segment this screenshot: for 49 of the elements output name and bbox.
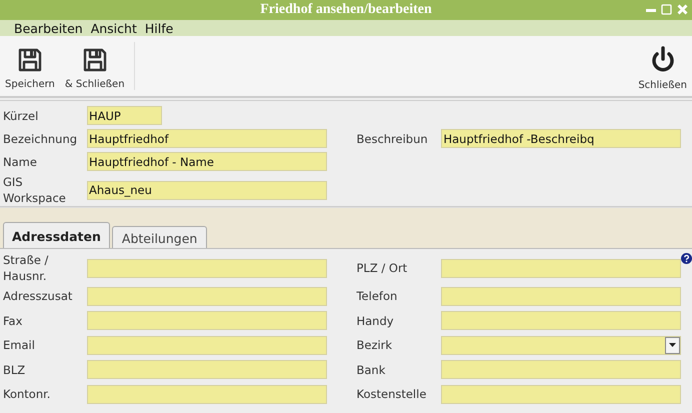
field-label: GIS Workspace — [3, 174, 67, 206]
field-label: Fax — [3, 312, 24, 329]
text-field[interactable]: Ahaus_neu — [87, 180, 327, 200]
text-field[interactable] — [87, 384, 327, 404]
tab[interactable]: Abteilungen — [112, 226, 208, 248]
field-label: Telefon — [356, 288, 398, 304]
toolbar-button[interactable]: & Schließen — [60, 36, 130, 96]
field-label: BLZ — [3, 362, 26, 378]
toolbar-button[interactable]: Schließen — [633, 36, 692, 96]
text-field[interactable] — [441, 258, 682, 278]
menu-item[interactable]: Bearbeiten — [14, 20, 83, 36]
text-field[interactable]: Hauptfriedhof - Name — [87, 152, 327, 171]
text-field[interactable] — [87, 360, 327, 380]
field-label: Kontonr. — [3, 386, 52, 402]
field-label: Bezeichnung — [3, 130, 78, 146]
field-label: Name — [3, 154, 38, 170]
maximize-icon[interactable] — [661, 4, 672, 15]
close-icon[interactable] — [677, 4, 688, 15]
dropdown-field[interactable] — [441, 336, 682, 355]
text-field[interactable] — [87, 258, 327, 278]
menu-item[interactable]: Ansicht — [90, 20, 137, 36]
tab[interactable]: Adressdaten — [3, 222, 110, 248]
text-field[interactable]: HAUP — [87, 106, 162, 125]
text-field[interactable]: Hauptfriedhof -Beschreibq — [441, 129, 682, 148]
field-label: PLZ / Ort — [356, 260, 408, 276]
power-icon — [650, 46, 676, 74]
text-field[interactable] — [87, 336, 327, 355]
text-field[interactable] — [441, 286, 682, 306]
floppy-disk-icon — [16, 46, 43, 72]
window-title: Friedhof ansehen/bearbeiten — [260, 2, 432, 18]
text-field[interactable] — [441, 311, 682, 330]
field-label: Kürzel — [3, 108, 40, 124]
field-label: Bank — [356, 362, 386, 378]
field-label: Handy — [356, 312, 395, 329]
field-label: Kostenstelle — [356, 386, 428, 402]
text-field[interactable] — [87, 286, 327, 306]
text-field[interactable] — [441, 360, 682, 380]
toolbar-button[interactable]: Speichern — [0, 36, 60, 96]
field-label: Straße / Hausnr. — [3, 252, 50, 284]
field-label: Beschreibun — [356, 130, 429, 146]
floppy-disk-icon — [82, 46, 108, 72]
text-field[interactable] — [87, 311, 327, 330]
field-label: Email — [3, 337, 36, 354]
text-field[interactable]: Hauptfriedhof — [87, 129, 327, 148]
help-icon[interactable] — [681, 252, 692, 264]
field-label: Bezirk — [356, 337, 394, 354]
menu-item[interactable]: Hilfe — [144, 20, 174, 36]
text-field[interactable] — [441, 384, 682, 404]
field-label: Adresszusat — [3, 288, 74, 304]
